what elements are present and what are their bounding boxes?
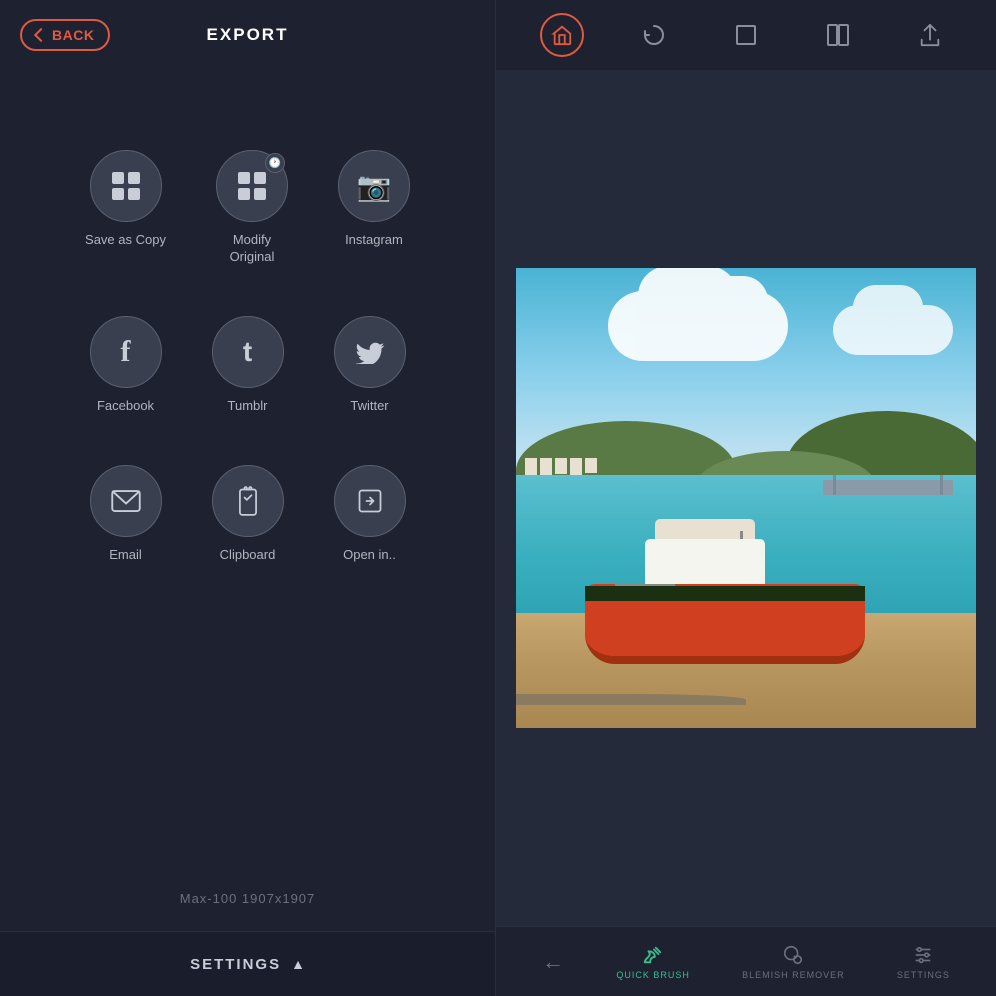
crop-button[interactable] xyxy=(724,13,768,57)
back-arrow-icon: ← xyxy=(542,949,564,975)
split-button[interactable] xyxy=(816,13,860,57)
facebook-label: Facebook xyxy=(97,398,154,415)
save-copy-label: Save as Copy xyxy=(85,232,166,249)
beach-pebbles xyxy=(516,694,746,706)
instagram-icon: 📷 xyxy=(357,170,392,203)
quick-brush-tool[interactable]: QUICK BRUSH xyxy=(616,944,690,980)
boat-railing xyxy=(615,584,675,586)
export-row-2: f Facebook t Tumblr Twitter xyxy=(0,316,495,415)
open-in-icon xyxy=(356,487,384,515)
settings-bar[interactable]: SETTINGS ▲ xyxy=(0,931,495,996)
crop-icon xyxy=(734,23,758,47)
open-in-icon-circle xyxy=(334,465,406,537)
export-item-facebook[interactable]: f Facebook xyxy=(90,316,162,415)
building xyxy=(555,458,567,474)
clipboard-icon-circle xyxy=(212,465,284,537)
instagram-icon-circle: 📷 xyxy=(338,150,410,222)
twitter-icon-circle xyxy=(334,316,406,388)
cloud-2 xyxy=(833,305,953,355)
share-button[interactable] xyxy=(908,13,952,57)
grid-cell xyxy=(254,172,266,184)
boat-hull xyxy=(585,584,865,664)
rotate-icon xyxy=(642,23,666,47)
chevron-up-icon: ▲ xyxy=(291,956,305,972)
export-item-email[interactable]: Email xyxy=(90,465,162,564)
export-row-1: Save as Copy 🕐 ModifyOriginal 📷 xyxy=(0,150,495,266)
grid-cell xyxy=(238,172,250,184)
share-icon xyxy=(919,23,941,47)
clock-badge-icon: 🕐 xyxy=(265,153,285,173)
grid-cell xyxy=(112,172,124,184)
blemish-remover-tool[interactable]: BLEMISH REMOVER xyxy=(742,944,845,980)
right-panel: ← QUICK BRUSH BLEMISH REMOVER xyxy=(496,0,996,996)
grid-cell xyxy=(254,188,266,200)
photo-container xyxy=(516,268,976,728)
modify-original-icon-circle: 🕐 xyxy=(216,150,288,222)
export-panel: BACK EXPORT Save as Copy xyxy=(0,0,496,996)
email-label: Email xyxy=(109,547,142,564)
export-item-twitter[interactable]: Twitter xyxy=(334,316,406,415)
export-item-tumblr[interactable]: t Tumblr xyxy=(212,316,284,415)
export-item-save-copy[interactable]: Save as Copy xyxy=(85,150,166,266)
back-button[interactable]: BACK xyxy=(20,19,110,51)
grid-cell xyxy=(128,172,140,184)
photo-canvas xyxy=(516,268,976,728)
grid-cell xyxy=(112,188,124,200)
image-area xyxy=(496,70,996,926)
export-row-3: Email Clipboard xyxy=(0,465,495,564)
clipboard-label: Clipboard xyxy=(220,547,276,564)
left-header: BACK EXPORT xyxy=(0,0,495,70)
quick-brush-label: QUICK BRUSH xyxy=(616,970,690,980)
export-item-open-in[interactable]: Open in.. xyxy=(334,465,406,564)
back-tool[interactable]: ← xyxy=(542,949,564,975)
right-bottom-bar: ← QUICK BRUSH BLEMISH REMOVER xyxy=(496,926,996,996)
bridge xyxy=(823,480,953,495)
export-grid: Save as Copy 🕐 ModifyOriginal 📷 xyxy=(0,150,495,614)
back-label: BACK xyxy=(52,27,94,43)
rotate-button[interactable] xyxy=(632,13,676,57)
chevron-left-icon xyxy=(34,28,48,42)
export-item-modify-original[interactable]: 🕐 ModifyOriginal xyxy=(216,150,288,266)
tumblr-icon: t xyxy=(243,336,252,368)
grid-icon xyxy=(112,172,140,200)
export-item-clipboard[interactable]: Clipboard xyxy=(212,465,284,564)
blemish-remover-label: BLEMISH REMOVER xyxy=(742,970,845,980)
home-icon xyxy=(551,24,573,46)
quick-brush-icon xyxy=(642,944,664,966)
twitter-icon xyxy=(355,340,385,364)
twitter-label: Twitter xyxy=(350,398,388,415)
blemish-remover-icon xyxy=(782,944,804,966)
building xyxy=(585,458,597,473)
cloud-1 xyxy=(608,291,788,361)
settings-sliders-icon xyxy=(912,944,934,966)
building xyxy=(525,458,537,476)
settings-tool[interactable]: SETTINGS xyxy=(897,944,950,980)
grid-cell xyxy=(238,188,250,200)
split-icon xyxy=(826,23,850,47)
email-icon-circle xyxy=(90,465,162,537)
facebook-icon: f xyxy=(121,335,131,369)
right-header xyxy=(496,0,996,70)
facebook-icon-circle: f xyxy=(90,316,162,388)
export-item-instagram[interactable]: 📷 Instagram xyxy=(338,150,410,266)
clipboard-icon xyxy=(235,486,261,516)
settings-label: SETTINGS xyxy=(190,956,281,973)
open-in-label: Open in.. xyxy=(343,547,396,564)
bottom-info: Max-100 1907x1907 xyxy=(180,891,316,906)
grid-icon xyxy=(238,172,266,200)
instagram-label: Instagram xyxy=(345,232,403,249)
tumblr-label: Tumblr xyxy=(228,398,268,415)
export-title: EXPORT xyxy=(207,25,289,45)
tumblr-icon-circle: t xyxy=(212,316,284,388)
email-icon xyxy=(111,489,141,513)
modify-original-label: ModifyOriginal xyxy=(230,232,275,266)
settings-tool-label: SETTINGS xyxy=(897,970,950,980)
boat xyxy=(585,534,865,664)
grid-cell xyxy=(128,188,140,200)
boat-stripes xyxy=(585,586,865,601)
save-copy-icon-circle xyxy=(90,150,162,222)
home-button[interactable] xyxy=(540,13,584,57)
